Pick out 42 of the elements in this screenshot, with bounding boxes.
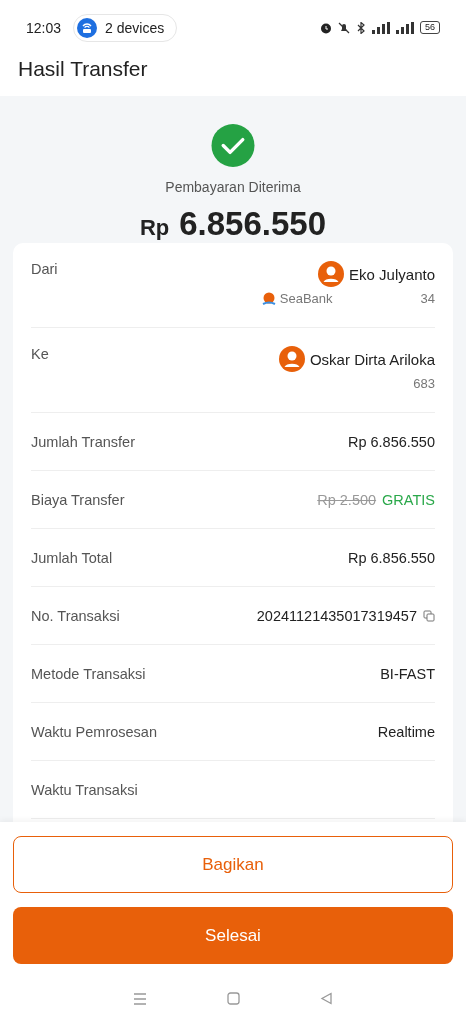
bank-logo-icon [261, 291, 276, 306]
detail-label: Waktu Transaksi [31, 781, 138, 798]
home-icon[interactable] [227, 992, 240, 1005]
signal-icon [372, 21, 414, 34]
currency-label: Rp [139, 215, 170, 241]
transaction-number: 20241121435017319457 [256, 607, 417, 624]
detail-value: Rp 6.856.550 [347, 433, 435, 450]
free-fee: GRATIS [382, 491, 435, 508]
bank-name: SeaBank [279, 291, 333, 306]
party-name: Oskar Dirta Ariloka [309, 350, 435, 368]
detail-label: Ke [31, 346, 49, 362]
amount-value: 6.856.550 [179, 205, 327, 243]
detail-value: Realtime [377, 723, 435, 740]
detail-label: Jumlah Total [31, 549, 113, 566]
status-time: 12:03 [26, 19, 62, 36]
payment-status: Pembayaran Diterima [165, 179, 301, 195]
battery-icon: 56 [420, 21, 440, 34]
avatar-icon [318, 261, 345, 287]
menu-icon[interactable] [133, 992, 147, 1005]
detail-label: Biaya Transfer [31, 491, 125, 508]
mute-icon [338, 21, 350, 34]
account-number: 34 [420, 291, 435, 306]
detail-label: Metode Transaksi [31, 665, 146, 682]
done-button[interactable]: Selesai [13, 907, 453, 964]
detail-value: Rp 6.856.550 [347, 549, 435, 566]
copy-icon[interactable] [423, 609, 435, 622]
detail-value: BI-FAST [380, 665, 435, 682]
account-number: 683 [413, 376, 435, 391]
detail-label: Jumlah Transfer [31, 433, 135, 450]
success-check-icon [211, 124, 255, 167]
alarm-icon [320, 21, 332, 34]
share-button[interactable]: Bagikan [13, 836, 453, 893]
avatar-icon [278, 346, 305, 372]
hotspot-icon [77, 17, 98, 38]
detail-label: No. Transaksi [31, 607, 120, 624]
detail-label: Dari [31, 261, 58, 277]
detail-label: Waktu Pemrosesan [31, 723, 157, 740]
bluetooth-icon [356, 21, 366, 34]
back-icon[interactable] [320, 992, 333, 1005]
original-fee: Rp 2.500 [317, 491, 377, 508]
page-title: Hasil Transfer [17, 56, 149, 82]
party-name: Eko Julyanto [349, 265, 435, 283]
